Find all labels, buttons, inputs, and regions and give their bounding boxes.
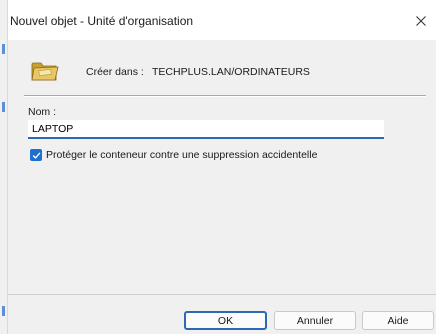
dialog-content: Créer dans : TECHPLUS.LAN/ORDINATEURS No…	[8, 40, 436, 294]
name-label: Nom :	[28, 106, 57, 118]
create-in-path: TECHPLUS.LAN/ORDINATEURS	[152, 66, 310, 78]
folder-icon	[31, 62, 59, 81]
window-title: Nouvel objet - Unité d'organisation	[10, 14, 194, 28]
cancel-button[interactable]: Annuler	[274, 311, 356, 330]
background-window-marker	[2, 102, 5, 112]
ok-button[interactable]: OK	[184, 311, 267, 330]
close-icon	[416, 16, 426, 26]
protect-container-checkbox-row[interactable]: Protéger le conteneur contre une suppres…	[30, 149, 317, 161]
separator	[24, 95, 426, 97]
name-input[interactable]	[28, 120, 384, 139]
check-icon	[32, 151, 40, 159]
protect-container-checkbox[interactable]	[30, 149, 42, 161]
help-button[interactable]: Aide	[362, 311, 434, 330]
background-window-marker	[2, 306, 5, 316]
background-window-edge	[0, 0, 8, 334]
dialog-window: Nouvel objet - Unité d'organisation Crée…	[0, 0, 436, 334]
protect-container-label: Protéger le conteneur contre une suppres…	[46, 149, 318, 161]
background-window-marker	[2, 44, 5, 54]
close-button[interactable]	[406, 8, 436, 34]
title-bar[interactable]: Nouvel objet - Unité d'organisation	[8, 0, 436, 40]
dialog-footer: OK Annuler Aide	[8, 294, 436, 334]
create-in-label: Créer dans :	[86, 66, 144, 78]
